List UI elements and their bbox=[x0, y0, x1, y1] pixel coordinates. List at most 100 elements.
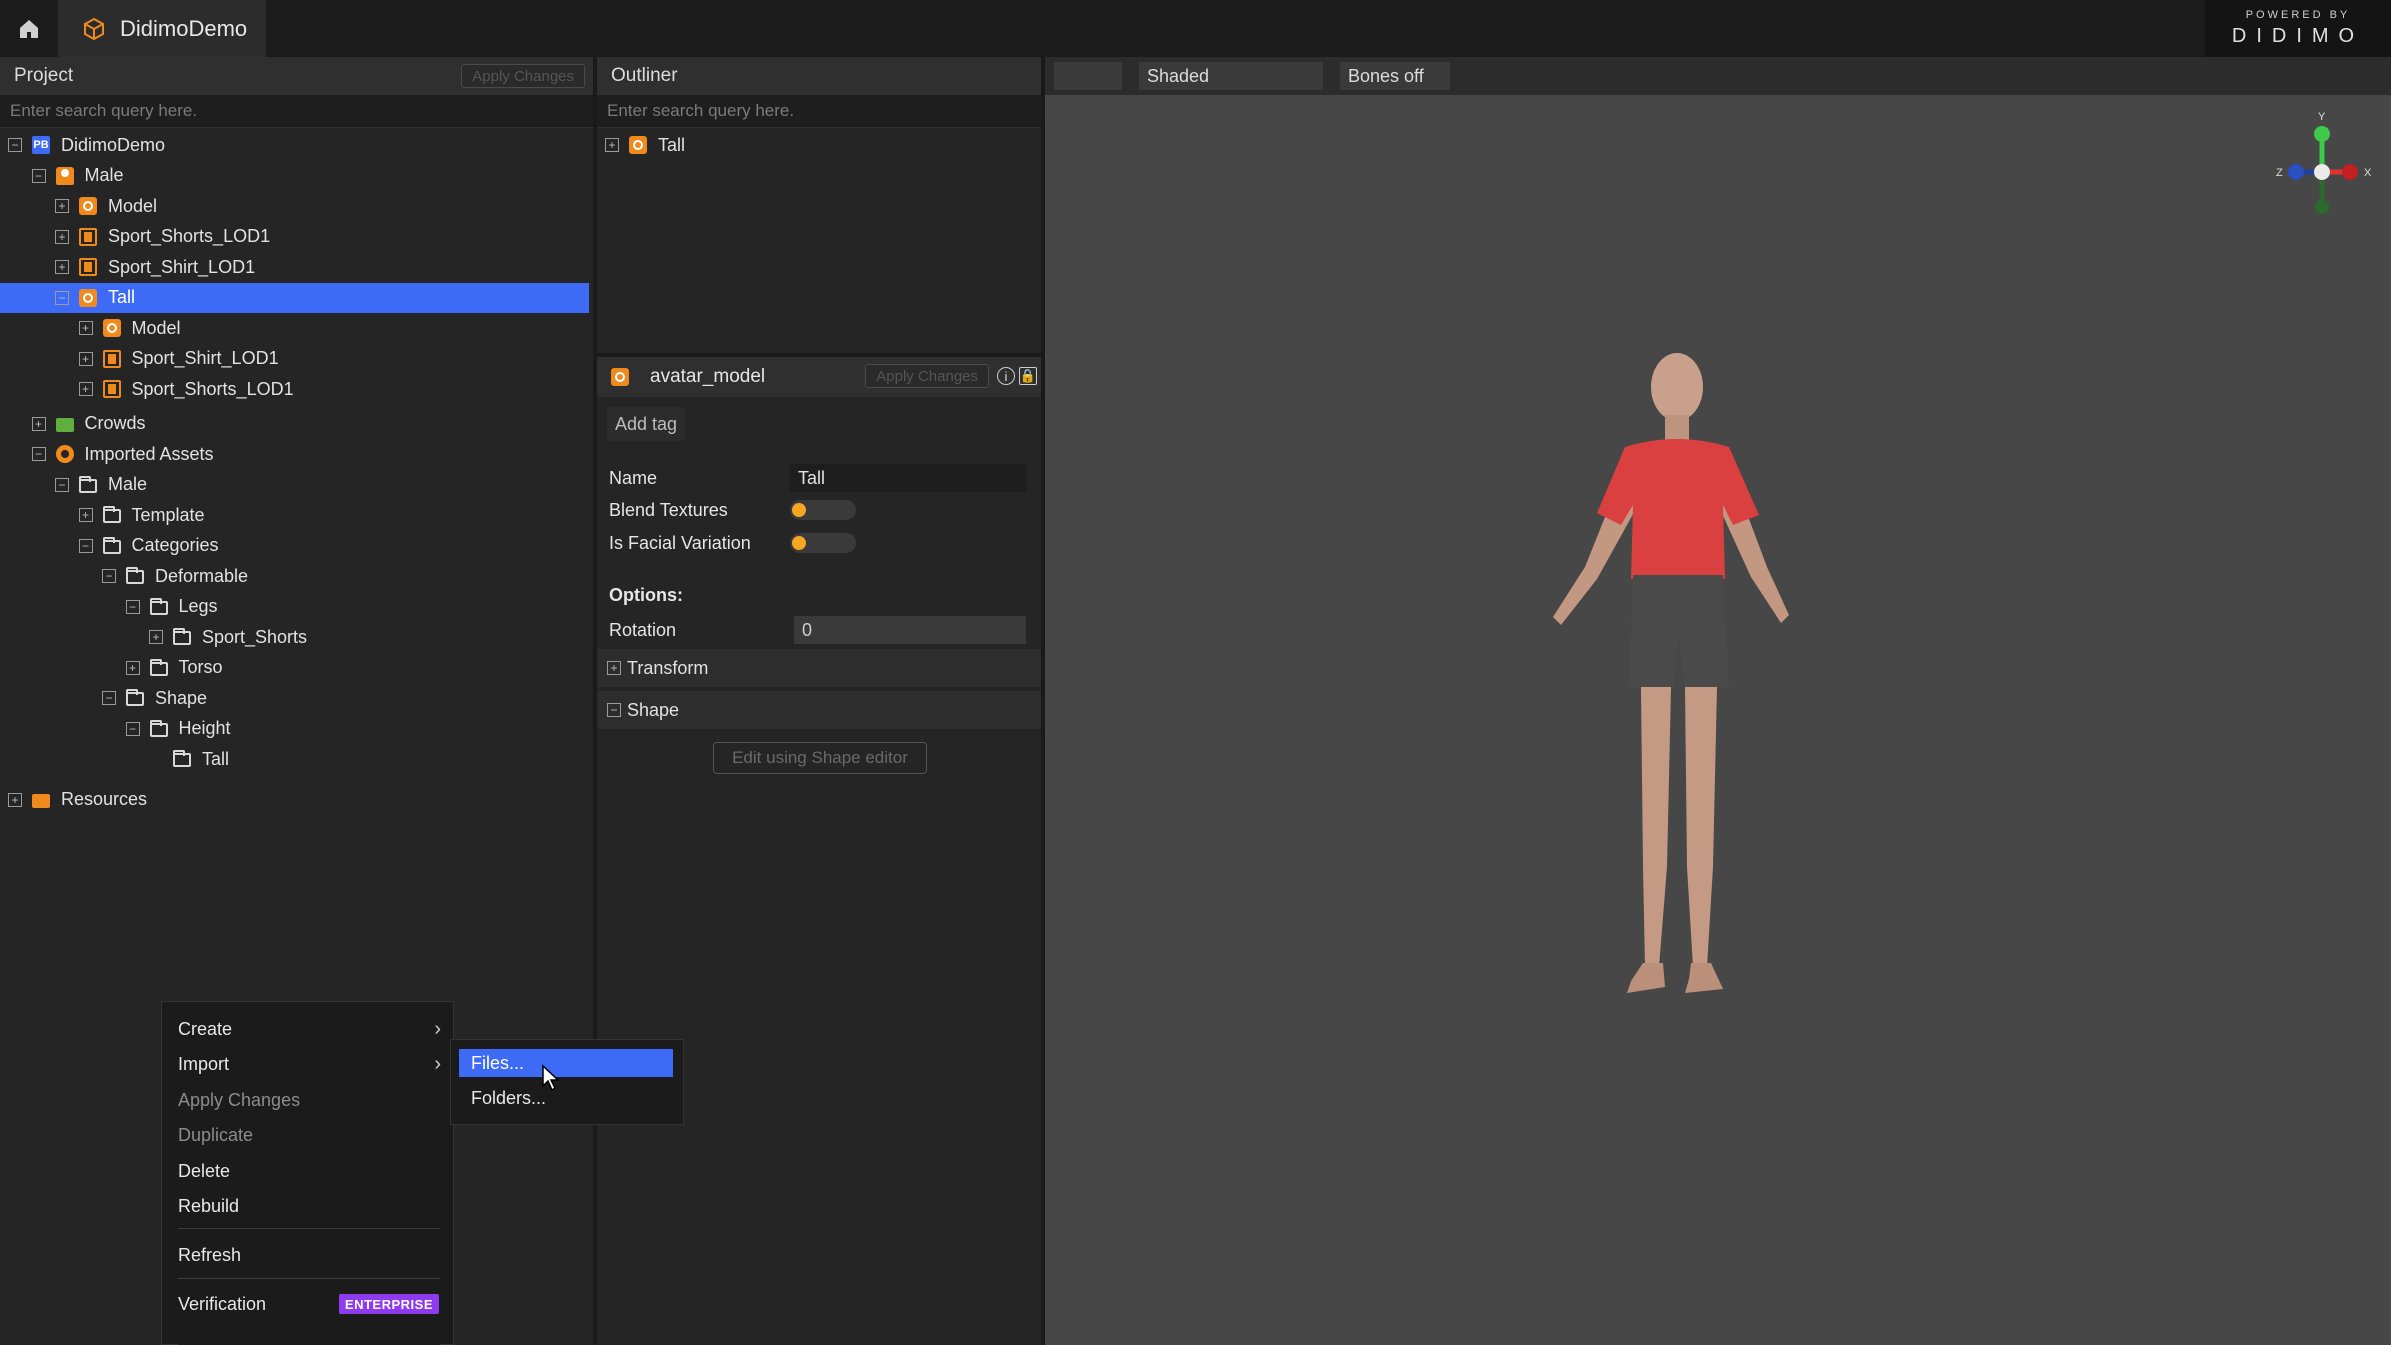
tree-item[interactable]: − Shape bbox=[0, 683, 593, 714]
properties-apply-changes-button[interactable]: Apply Changes bbox=[865, 364, 989, 388]
tree-item[interactable]: + Sport_Shirt_LOD1 bbox=[0, 252, 593, 283]
collapse-icon[interactable]: − bbox=[102, 569, 116, 584]
tree-item[interactable]: + Resources bbox=[0, 785, 593, 816]
rotation-field[interactable]: 0 bbox=[794, 616, 1026, 644]
submenu-item-files[interactable]: Files... bbox=[459, 1049, 673, 1077]
edit-shape-editor-button[interactable]: Edit using Shape editor bbox=[713, 742, 927, 774]
outliner-search-input[interactable]: Enter search query here. bbox=[597, 95, 1041, 128]
expand-icon[interactable]: + bbox=[125, 660, 140, 675]
tree-item[interactable]: − Legs bbox=[0, 592, 593, 623]
menu-item-verification-label: Verification bbox=[178, 1293, 267, 1314]
expand-icon[interactable]: + bbox=[78, 382, 93, 397]
add-tag-button[interactable]: Add tag bbox=[607, 407, 686, 441]
collapse-icon[interactable]: − bbox=[55, 290, 69, 305]
facial-variation-row: Is Facial Variation bbox=[597, 528, 1041, 558]
home-icon bbox=[19, 19, 38, 38]
expand-icon[interactable]: + bbox=[8, 792, 22, 807]
home-button[interactable] bbox=[0, 0, 57, 57]
tree-item-label: Model bbox=[108, 195, 158, 216]
expand-icon[interactable]: + bbox=[605, 138, 619, 153]
axis-gizmo[interactable]: Y X Z bbox=[2260, 112, 2380, 242]
expand-icon[interactable]: + bbox=[607, 661, 621, 675]
expand-icon[interactable]: + bbox=[78, 321, 93, 336]
project-tree: − PB DidimoDemo − Male + Model + Sport_Shorts_LO… bbox=[0, 128, 593, 815]
tree-item-label: Deformable bbox=[155, 565, 249, 586]
menu-item-rebuild[interactable]: Rebuild bbox=[162, 1189, 453, 1223]
project-header: Project Apply Changes bbox=[0, 57, 593, 95]
menu-more-items bbox=[178, 1332, 440, 1345]
tree-item[interactable]: − Tall bbox=[0, 282, 589, 313]
collapse-icon[interactable]: − bbox=[55, 477, 69, 492]
expand-icon[interactable]: + bbox=[55, 260, 69, 275]
tree-item[interactable]: + Sport_Shirt_LOD1 bbox=[0, 344, 593, 375]
avatar-3d-model[interactable] bbox=[1545, 347, 1805, 1107]
shading-dropdown[interactable]: Shaded bbox=[1139, 62, 1323, 90]
tree-item[interactable]: + Template bbox=[0, 500, 593, 531]
menu-item-apply-changes[interactable]: Apply Changes bbox=[162, 1083, 453, 1117]
project-title: Project bbox=[14, 65, 74, 86]
collapse-icon[interactable]: − bbox=[125, 721, 140, 736]
blend-textures-toggle[interactable] bbox=[790, 500, 856, 520]
project-icon: PB bbox=[32, 136, 50, 155]
tree-item[interactable]: − Male bbox=[0, 161, 593, 192]
collapse-icon[interactable]: − bbox=[125, 599, 140, 614]
rotation-label: Rotation bbox=[609, 619, 677, 640]
tree-item-label: Model bbox=[131, 317, 181, 338]
properties-panel: avatar_model Apply Changes i 🔒 Add tag N… bbox=[597, 357, 1041, 1345]
bones-dropdown[interactable]: Bones off bbox=[1340, 62, 1450, 90]
project-apply-changes-button[interactable]: Apply Changes bbox=[461, 64, 585, 88]
expand-icon[interactable]: + bbox=[149, 630, 163, 645]
cube-icon bbox=[84, 17, 104, 40]
tab-project[interactable]: DidimoDemo bbox=[58, 0, 266, 57]
viewport[interactable]: Shaded Bones off Y X Z bbox=[1045, 57, 2391, 1345]
folder-icon bbox=[149, 597, 168, 615]
collapse-icon[interactable]: − bbox=[607, 703, 621, 717]
tree-item-label: Height bbox=[178, 718, 231, 739]
collapse-icon[interactable]: − bbox=[78, 538, 93, 553]
blend-textures-row: Blend Textures bbox=[597, 495, 1041, 525]
collapse-icon[interactable]: − bbox=[102, 691, 116, 706]
menu-item-delete[interactable]: Delete bbox=[162, 1154, 453, 1188]
tree-item[interactable]: + Crowds bbox=[0, 409, 593, 440]
collapse-icon[interactable]: − bbox=[8, 138, 22, 153]
transform-section[interactable]: + Transform bbox=[597, 649, 1041, 687]
camera-dropdown[interactable] bbox=[1054, 62, 1122, 90]
tree-item[interactable]: + Sport_Shorts_LOD1 bbox=[0, 374, 593, 405]
tree-item[interactable]: − Height bbox=[0, 714, 593, 745]
collapse-icon[interactable]: − bbox=[31, 168, 46, 183]
expand-icon[interactable]: + bbox=[78, 351, 93, 366]
menu-item-verification[interactable]: Verification ENTERPRISE bbox=[162, 1287, 453, 1321]
logo-powered-by: POWERED BY bbox=[2245, 9, 2351, 21]
expand-icon[interactable]: + bbox=[31, 416, 46, 431]
tree-item[interactable]: + Model bbox=[0, 313, 593, 344]
info-icon[interactable]: i bbox=[997, 367, 1015, 385]
outliner-item[interactable]: + Tall bbox=[597, 130, 1041, 161]
expand-icon[interactable]: + bbox=[55, 199, 69, 214]
menu-item-create[interactable]: Create › bbox=[162, 1012, 453, 1046]
menu-item-duplicate[interactable]: Duplicate bbox=[162, 1118, 453, 1152]
tree-item[interactable]: − Male bbox=[0, 470, 593, 501]
name-field[interactable]: Tall bbox=[790, 464, 1026, 492]
menu-item-import[interactable]: Import › bbox=[162, 1047, 453, 1081]
lock-icon[interactable]: 🔒 bbox=[1019, 367, 1037, 385]
submenu-item-folders[interactable]: Folders... bbox=[459, 1084, 673, 1112]
rotation-row: Rotation 0 bbox=[597, 615, 1041, 645]
facial-variation-toggle[interactable] bbox=[790, 533, 856, 553]
name-row: Name Tall bbox=[597, 463, 1041, 493]
tree-item[interactable]: + Sport_Shorts_LOD1 bbox=[0, 222, 593, 253]
tree-item[interactable]: + Torso bbox=[0, 653, 593, 684]
menu-item-refresh[interactable]: Refresh bbox=[162, 1238, 453, 1272]
tree-item[interactable]: Tall bbox=[0, 744, 593, 775]
tree-item[interactable]: + Sport_Shorts bbox=[0, 622, 593, 653]
expand-icon[interactable]: + bbox=[78, 508, 93, 523]
collapse-icon[interactable]: − bbox=[31, 447, 46, 462]
tree-item[interactable]: + Model bbox=[0, 191, 593, 222]
project-search-input[interactable]: Enter search query here. bbox=[0, 95, 593, 128]
tree-item-label: Tall bbox=[108, 287, 136, 308]
tree-item[interactable]: − Imported Assets bbox=[0, 439, 593, 470]
expand-icon[interactable]: + bbox=[55, 229, 69, 244]
tree-item[interactable]: − Categories bbox=[0, 531, 593, 562]
shape-section[interactable]: − Shape bbox=[597, 691, 1041, 729]
tree-item[interactable]: − PB DidimoDemo bbox=[0, 130, 593, 161]
tree-item[interactable]: − Deformable bbox=[0, 561, 593, 592]
